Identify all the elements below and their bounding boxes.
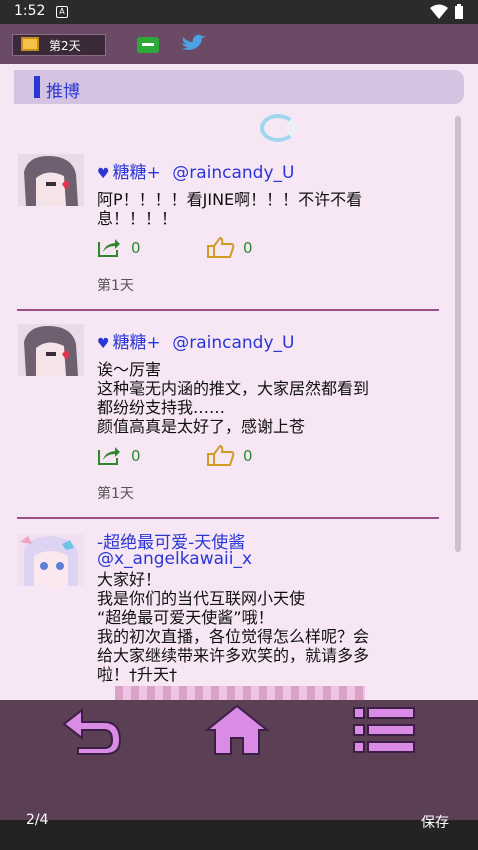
like-count: 0 <box>243 447 253 465</box>
avatar <box>18 324 84 376</box>
heart-icon: ♥ <box>97 336 110 352</box>
bird-icon[interactable] <box>180 34 206 54</box>
bottom-nav <box>0 700 478 824</box>
page-indicator: 2/4 <box>26 812 49 828</box>
share-count: 0 <box>131 239 141 257</box>
feed-panel[interactable]: 推博 ♥ 糖糖+ @raincandy_U 阿P！！！！看JINE啊！！！不许不看… <box>0 64 478 700</box>
post-line: 大家好！ <box>97 570 162 589</box>
post-line: 颜值高真是太好了，感谢上苍 <box>97 417 306 436</box>
post-line: 我是你们的当代互联网小天使 <box>97 589 306 608</box>
post-line: 啦！†升天† <box>97 665 178 682</box>
loading-spinner-icon <box>260 114 296 142</box>
post-divider <box>17 309 439 311</box>
post-text: 诶～厉害 这种毫无内涵的推文，大家居然都看到 都纷纷支持我…… 颜值高真是太好了… <box>97 360 440 436</box>
post-line: 阿P！！！！看JINE啊！！！不许不看 <box>97 190 363 209</box>
post-author: ♥ 糖糖+ @raincandy_U <box>97 328 294 353</box>
post-text: 大家好！ 我是你们的当代互联网小天使 “超绝最可爱天使酱”哦！ 我的初次直播，各… <box>97 570 440 682</box>
menu-list-icon[interactable] <box>352 704 416 756</box>
author-name: 糖糖+ <box>112 163 161 183</box>
back-arrow-icon[interactable] <box>60 704 124 756</box>
post-actions: 0 0 <box>97 444 297 468</box>
like-icon[interactable] <box>207 236 235 258</box>
post-line: 给大家继续带来许多欢笑的，就请多多 <box>97 646 370 665</box>
chat-icon[interactable] <box>137 37 159 53</box>
section-header: 推博 <box>14 70 464 104</box>
avatar <box>18 154 84 206</box>
post-divider <box>17 517 439 519</box>
header-accent-bar <box>34 76 40 98</box>
post-day: 第1天 <box>97 278 134 294</box>
status-bar: 1:52 A <box>0 0 478 24</box>
heart-icon: ♥ <box>97 166 110 182</box>
day-badge: 第2天 <box>12 34 106 56</box>
post-line: 都纷纷支持我…… <box>97 398 226 417</box>
like-icon[interactable] <box>207 444 235 466</box>
post-line: “超绝最可爱天使酱”哦！ <box>97 608 274 627</box>
home-icon[interactable] <box>205 704 269 756</box>
share-icon[interactable] <box>97 444 121 466</box>
author-handle: @x_angelkawaii_x <box>97 549 253 569</box>
wifi-icon <box>430 4 448 19</box>
author-handle: @raincandy_U <box>172 333 295 353</box>
avatar <box>18 534 84 586</box>
section-title: 推博 <box>46 82 80 102</box>
post-line: 我的初次直播，各位觉得怎么样呢？会 <box>97 627 370 646</box>
share-count: 0 <box>131 447 141 465</box>
bottom-bar: 2/4 保存 <box>0 812 478 850</box>
save-button[interactable]: 保存 <box>421 812 449 832</box>
top-bar: 第2天 <box>0 24 478 64</box>
share-icon[interactable] <box>97 236 121 258</box>
author-name: 糖糖+ <box>112 333 161 353</box>
post-actions: 0 0 <box>97 236 297 260</box>
post-line: 这种毫无内涵的推文，大家居然都看到 <box>97 379 370 398</box>
post-image[interactable] <box>115 686 365 700</box>
post-line: 息！！！！ <box>97 209 178 228</box>
author-handle: @raincandy_U <box>172 163 295 183</box>
notification-icon: A <box>56 6 68 18</box>
post-line: 诶～厉害 <box>97 360 162 379</box>
post-day: 第1天 <box>97 486 134 502</box>
battery-icon <box>455 4 463 19</box>
like-count: 0 <box>243 239 253 257</box>
scrollbar[interactable] <box>455 116 461 552</box>
sun-icon <box>21 37 39 51</box>
status-time: 1:52 <box>14 3 46 19</box>
post-author: ♥ 糖糖+ @raincandy_U <box>97 158 294 183</box>
post-text: 阿P！！！！看JINE啊！！！不许不看 息！！！！ <box>97 190 440 228</box>
day-label: 第2天 <box>49 39 81 53</box>
post-handle-line: @x_angelkawaii_x <box>97 549 252 569</box>
